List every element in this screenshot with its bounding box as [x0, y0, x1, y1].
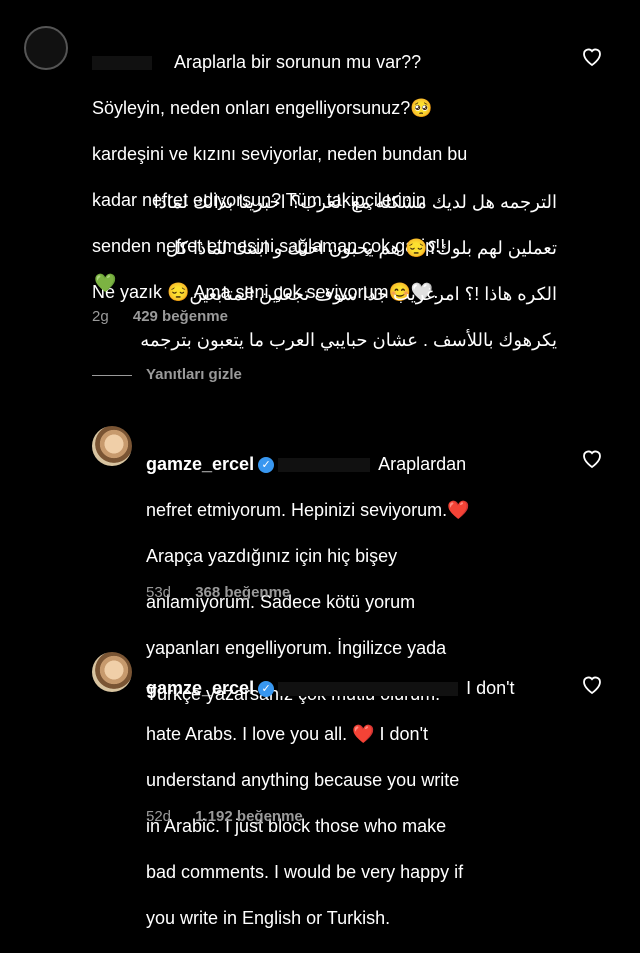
line: الكره هاذا !؟ امرغريب جدا سوف تجعلين الم…: [189, 284, 557, 304]
verified-badge-icon: ✓: [258, 681, 275, 697]
line: nefret etmiyorum. Hepinizi seviyorum.❤️: [146, 500, 470, 520]
line: bad comments. I would be very happy if: [146, 862, 464, 882]
line: Söyleyin, neden onları engelliyorsunuz?🥺: [92, 98, 433, 118]
line: يكرهوك باللأسف . عشان حبايبي العرب ما يت…: [140, 330, 557, 350]
reply-2: gamze_ercel ✓ I don't hate Arabs. I love y…: [0, 652, 640, 928]
reply-meta: 53d 368 beğenme: [146, 584, 306, 601]
divider-line: [92, 374, 132, 376]
line: you write in English or Turkish.: [146, 908, 391, 928]
likes-count[interactable]: 429 beğenme: [133, 308, 228, 325]
line: Araplardan: [378, 454, 467, 474]
comment-meta: 2g 429 beğenme: [92, 308, 244, 325]
hide-replies-label: Yanıtları gizle: [146, 366, 242, 383]
line: understand anything because you write: [146, 770, 460, 790]
avatar[interactable]: [24, 26, 68, 70]
like-heart-icon[interactable]: [580, 672, 604, 696]
green-heart-emoji: 💚: [94, 273, 117, 293]
avatar[interactable]: [92, 426, 132, 466]
like-heart-icon[interactable]: [580, 44, 604, 68]
time-ago: 2g: [92, 308, 109, 325]
line: تعملين لهم بلوك؟😔 هم يحبون اختك و ابنتك …: [165, 238, 557, 258]
line: hate Arabs. I love you all. ❤️ I don't: [146, 724, 429, 744]
line: kardeşini ve kızını seviyorlar, neden bu…: [92, 144, 468, 164]
comment-text-ar: الترجمه هل لديك مشكله مع العرب؟ اخبرينا …: [92, 168, 557, 375]
reply-1: gamze_ercel ✓ Araplardan nefret etmiyorum.…: [0, 426, 640, 704]
line: Araplarla bir sorunun mu var??: [174, 52, 422, 72]
line: Arapça yazdığınız için hiç bişey: [146, 546, 398, 566]
likes-count[interactable]: 1.192 beğenme: [195, 808, 303, 825]
avatar[interactable]: [92, 652, 132, 692]
reply-text: gamze_ercel ✓ I don't hate Arabs. I love y…: [146, 654, 566, 953]
time-ago: 53d: [146, 584, 172, 601]
comment-top: Araplarla bir sorunun mu var?? Söyleyin,…: [0, 0, 640, 350]
hide-replies-button[interactable]: Yanıtları gizle: [92, 366, 242, 383]
username[interactable]: gamze_ercel: [146, 454, 254, 474]
line: الترجمه هل لديك مشكله مع العرب؟ اخبرينا …: [153, 192, 557, 212]
line: I don't: [466, 678, 515, 698]
reply-meta: 52d 1.192 beğenme: [146, 808, 319, 825]
username[interactable]: gamze_ercel: [146, 678, 254, 698]
verified-badge-icon: ✓: [258, 457, 275, 473]
time-ago: 52d: [146, 808, 172, 825]
like-heart-icon[interactable]: [580, 446, 604, 470]
likes-count[interactable]: 368 beğenme: [195, 584, 290, 601]
